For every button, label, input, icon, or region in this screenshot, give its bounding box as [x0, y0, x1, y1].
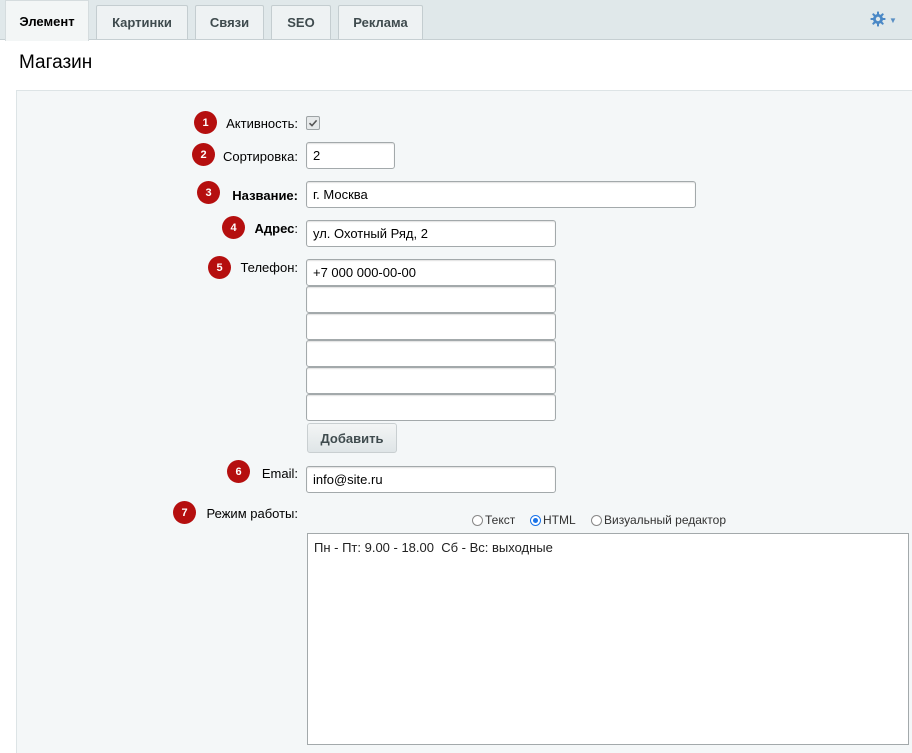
step-badge-5: 5 [208, 256, 231, 279]
mode-visual-label: Визуальный редактор [604, 513, 727, 527]
step-badge-2: 2 [192, 143, 215, 166]
settings-button[interactable]: ▼ [870, 10, 900, 30]
sort-input[interactable]: 2 [306, 142, 395, 169]
phone-input-1[interactable]: +7 000 000-00-00 [306, 259, 556, 286]
step-badge-6: 6 [227, 460, 250, 483]
hours-textarea[interactable]: Пн - Пт: 9.00 - 18.00 Сб - Вс: выходные [307, 533, 909, 745]
tab-bar: Элемент Картинки Связи SEO Реклама ▼ [0, 0, 912, 41]
tab-ads[interactable]: Реклама [338, 5, 423, 39]
active-checkbox[interactable] [306, 116, 320, 130]
mode-html-label: HTML [543, 513, 576, 527]
tab-pictures[interactable]: Картинки [96, 5, 188, 39]
address-label-colon: : [294, 221, 298, 236]
address-label-text: Адрес [254, 221, 295, 236]
hours-label: Режим работы: [206, 506, 298, 521]
gear-icon [870, 11, 886, 30]
mode-visual-radio[interactable] [591, 514, 602, 526]
step-badge-4: 4 [222, 216, 245, 239]
mode-html-option[interactable]: HTML [530, 511, 576, 529]
email-label: Email: [261, 466, 298, 481]
mode-visual-option[interactable]: Визуальный редактор [591, 511, 726, 529]
mode-text-label: Текст [485, 513, 516, 527]
tab-seo[interactable]: SEO [271, 5, 331, 39]
mode-html-radio[interactable] [530, 514, 541, 526]
step-badge-1: 1 [194, 111, 217, 134]
step-badge-7: 7 [173, 501, 196, 524]
tab-links[interactable]: Связи [195, 5, 264, 39]
chevron-down-icon: ▼ [889, 15, 897, 25]
active-label: Активность: [226, 116, 298, 131]
step-badge-3: 3 [197, 181, 220, 204]
sort-label: Сортировка: [223, 149, 298, 164]
mode-text-radio[interactable] [472, 514, 483, 526]
address-input[interactable]: ул. Охотный Ряд, 2 [306, 220, 556, 247]
name-label: Название: [232, 188, 298, 203]
tab-element[interactable]: Элемент [5, 0, 89, 41]
mode-text-option[interactable]: Текст [472, 511, 515, 529]
address-label: Адрес: [255, 221, 299, 236]
phone-input-4[interactable] [306, 340, 556, 367]
check-icon [308, 119, 318, 127]
name-input[interactable]: г. Москва [306, 181, 696, 208]
add-phone-button[interactable]: Добавить [307, 423, 397, 453]
phone-input-3[interactable] [306, 313, 556, 340]
phone-input-6[interactable] [306, 394, 556, 421]
email-input[interactable]: info@site.ru [306, 466, 556, 493]
phone-input-2[interactable] [306, 286, 556, 313]
phone-label: Телефон: [240, 260, 298, 275]
page-title: Магазин [19, 52, 93, 73]
phone-input-5[interactable] [306, 367, 556, 394]
